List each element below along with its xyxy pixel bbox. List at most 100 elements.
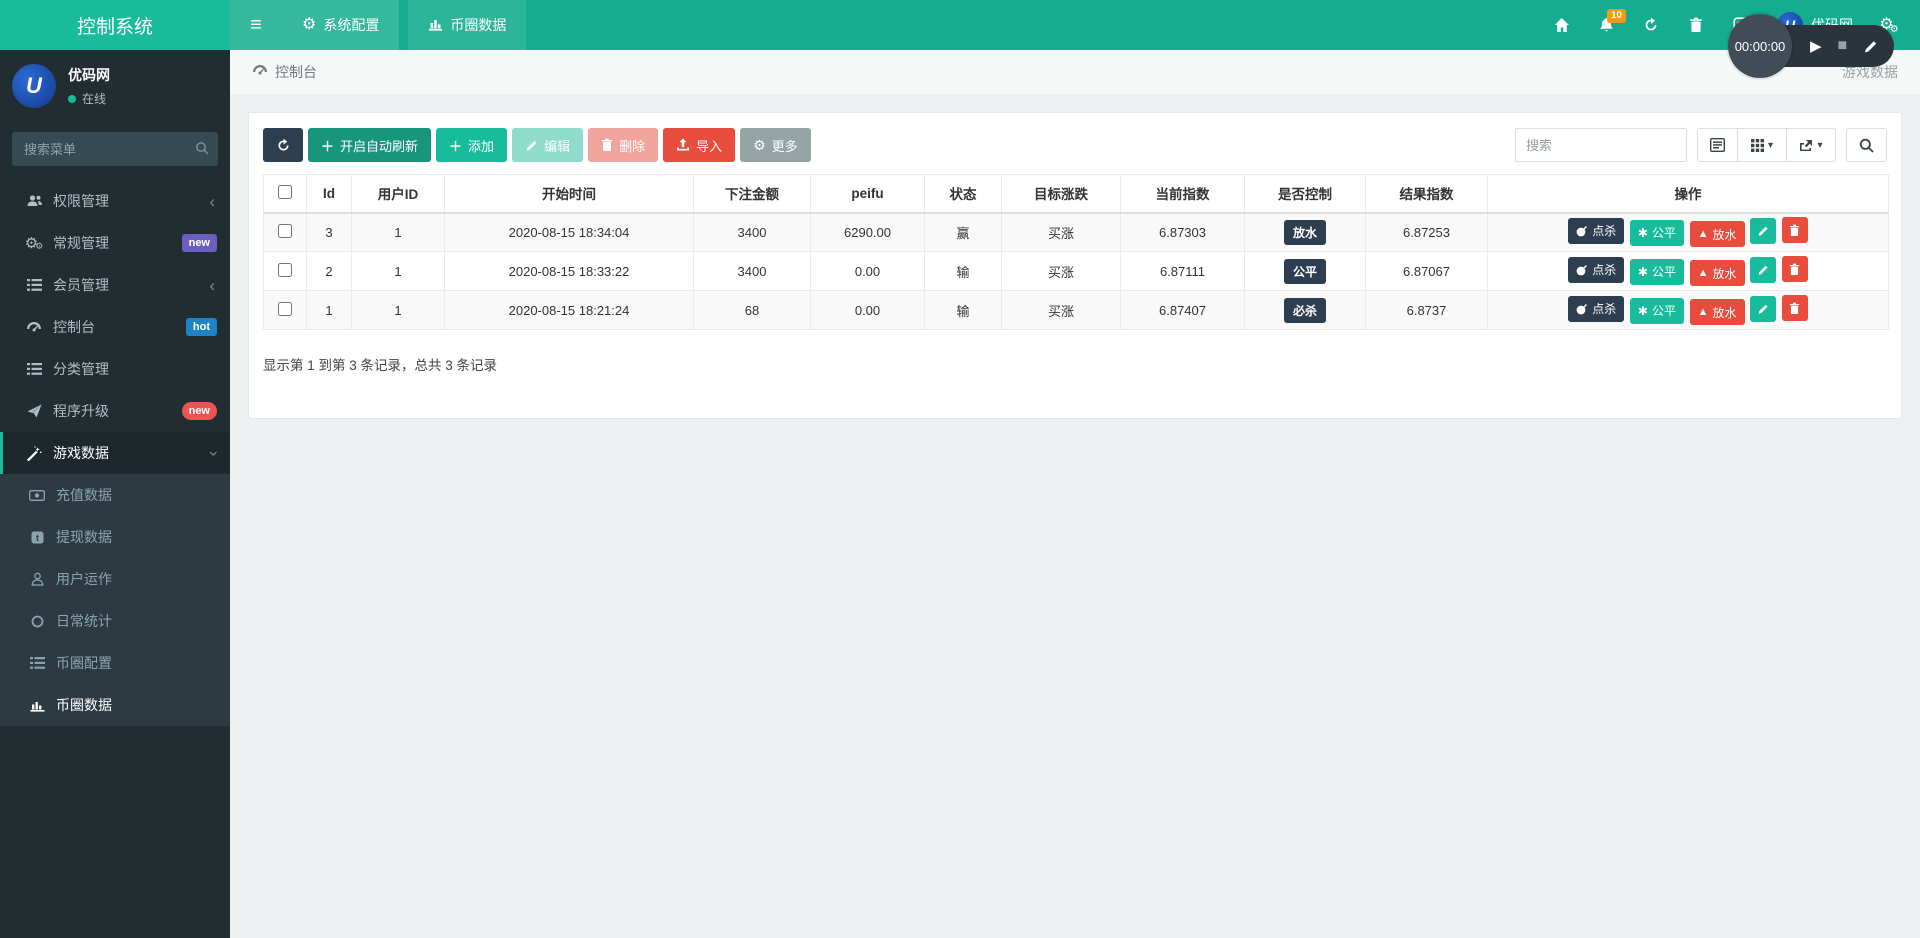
edit-row-button[interactable]: [1750, 217, 1777, 244]
edit-button[interactable]: 编辑: [512, 128, 584, 162]
page-title: 控制台: [275, 64, 317, 80]
sidebar-subitem-coin-config[interactable]: 币圈配置: [0, 642, 230, 684]
sidebar-subitem-recharge-data[interactable]: 充值数据: [0, 474, 230, 516]
sidebar-item-upgrade[interactable]: 程序升级 new: [0, 390, 230, 432]
row-checkbox[interactable]: [278, 262, 292, 277]
rocket-icon: [22, 404, 46, 418]
table-row: 1 1 2020-08-15 18:21:24 68 0.00 输 买涨 6.8…: [263, 290, 1889, 330]
col-header: 用户ID: [351, 174, 445, 214]
sidebar-subitem-withdraw-data[interactable]: t 提现数据: [0, 516, 230, 558]
col-header: 开始时间: [444, 174, 694, 214]
delete-row-button[interactable]: [1781, 217, 1808, 244]
sidebar-subitem-coin-data[interactable]: 币圈数据: [0, 684, 230, 726]
list-icon: [22, 363, 46, 375]
fair-button[interactable]: ✱ 公平: [1629, 219, 1684, 246]
auto-refresh-button[interactable]: ＋开启自动刷新: [308, 128, 432, 162]
sidebar-item-general[interactable]: ⚙ ⚙ 常规管理 new: [0, 222, 230, 264]
edit-row-button[interactable]: [1750, 256, 1777, 283]
columns-button[interactable]: ▾: [1738, 128, 1787, 162]
play-button[interactable]: ▶: [1810, 37, 1822, 55]
chevron-left-icon: ‹: [209, 275, 215, 295]
dashboard-icon: [22, 321, 46, 334]
online-status-dot: [68, 94, 76, 103]
sidebar-profile: U 优码网 在线: [0, 50, 230, 124]
refresh-button[interactable]: [263, 128, 303, 162]
chevron-left-icon: ‹: [209, 191, 215, 211]
t-card-icon: t: [25, 531, 49, 544]
delete-row-button[interactable]: [1781, 256, 1808, 282]
home-icon[interactable]: [1552, 16, 1570, 34]
detail-view-button[interactable]: [1697, 128, 1738, 162]
select-all-checkbox[interactable]: [278, 184, 292, 199]
fair-button[interactable]: ✱ 公平: [1629, 297, 1684, 324]
notification-count-badge: 10: [1606, 9, 1626, 23]
release-button[interactable]: ▲ 放水: [1689, 221, 1745, 248]
stop-button[interactable]: ■: [1838, 37, 1848, 55]
delete-button[interactable]: 删除: [588, 128, 659, 162]
export-button[interactable]: ▾: [1787, 128, 1836, 162]
table-header-row: Id 用户ID 开始时间 下注金额 peifu 状态 目标涨跌 当前指数 是否控…: [263, 174, 1889, 214]
main-content: 控制台 游戏数据 ＋开启自动刷新 ＋添加 编辑 删除 导入 ⚙更多 ▾ ▾: [230, 0, 1920, 419]
profile-name: 优码网: [68, 67, 110, 83]
users-icon: [22, 194, 46, 208]
kill-button[interactable]: 点杀: [1568, 217, 1625, 244]
gear-icon: ⚙: [302, 16, 317, 33]
control-badge: 公平: [1283, 258, 1326, 284]
table-search-input[interactable]: [1515, 128, 1687, 162]
menu-search-input[interactable]: [12, 132, 218, 166]
sidebar-item-game-data[interactable]: 游戏数据 ‹: [0, 432, 230, 474]
fair-button[interactable]: ✱ 公平: [1629, 258, 1684, 285]
hot-badge: hot: [185, 317, 217, 337]
sidebar-toggle-button[interactable]: ≡: [230, 0, 282, 50]
tab-coin-data[interactable]: 币圈数据: [408, 0, 527, 50]
notifications-bell-icon[interactable]: 10: [1597, 9, 1626, 34]
edit-row-button[interactable]: [1750, 295, 1777, 322]
sidebar-item-categories[interactable]: 分类管理: [0, 348, 230, 390]
col-header: 是否控制: [1244, 174, 1366, 214]
row-checkbox[interactable]: [278, 223, 292, 238]
circle-icon: [25, 615, 49, 628]
sidebar-subitem-user-operation[interactable]: 用户运作: [0, 558, 230, 600]
new-badge: new: [181, 233, 217, 253]
refresh-icon[interactable]: [1642, 16, 1660, 34]
new-badge: new: [181, 401, 217, 421]
col-header: Id: [306, 174, 352, 214]
sidebar-subitem-daily-stats[interactable]: 日常统计: [0, 600, 230, 642]
breadcrumb: 控制台 游戏数据: [230, 50, 1920, 94]
col-header: 下注金额: [693, 174, 811, 214]
import-button[interactable]: 导入: [663, 128, 736, 162]
edit-timer-button[interactable]: [1863, 39, 1878, 54]
trash-icon[interactable]: [1687, 16, 1705, 34]
data-table: Id 用户ID 开始时间 下注金额 peifu 状态 目标涨跌 当前指数 是否控…: [263, 174, 1889, 330]
list-icon: [22, 279, 46, 291]
more-button[interactable]: ⚙ 更多: [740, 128, 811, 162]
magic-wand-icon: [22, 445, 46, 461]
timer-display: 00:00:00: [1728, 14, 1792, 78]
sidebar-item-permissions[interactable]: 权限管理 ‹: [0, 180, 230, 222]
kill-button[interactable]: 点杀: [1568, 295, 1625, 322]
cogs-icon: ⚙ ⚙: [24, 235, 44, 252]
tab-label: 系统配置: [323, 17, 380, 33]
row-checkbox[interactable]: [278, 301, 292, 316]
tab-system-config[interactable]: ⚙ 系统配置: [282, 0, 400, 50]
timer-widget: ▶ ■ 00:00:00: [1728, 10, 1894, 82]
delete-row-button[interactable]: [1781, 295, 1808, 321]
list-icon: [25, 657, 49, 669]
sidebar-item-console[interactable]: 控制台 hot: [0, 306, 230, 348]
col-header: peifu: [810, 174, 925, 214]
search-submit-button[interactable]: [1846, 128, 1887, 162]
release-button[interactable]: ▲ 放水: [1689, 299, 1745, 325]
col-header: 结果指数: [1365, 174, 1488, 214]
site-logo: U: [12, 64, 56, 108]
control-badge: 放水: [1283, 219, 1326, 245]
control-badge: 必杀: [1283, 297, 1326, 323]
tab-label: 币圈数据: [450, 17, 507, 33]
release-button[interactable]: ▲ 放水: [1689, 260, 1745, 286]
sidebar-item-members[interactable]: 会员管理 ‹: [0, 264, 230, 306]
user-outline-icon: [25, 572, 49, 586]
add-button[interactable]: ＋添加: [436, 128, 508, 162]
dashboard-icon: [252, 64, 268, 80]
bar-chart-icon: [428, 17, 443, 34]
kill-button[interactable]: 点杀: [1568, 256, 1625, 283]
online-status-label: 在线: [82, 92, 107, 106]
